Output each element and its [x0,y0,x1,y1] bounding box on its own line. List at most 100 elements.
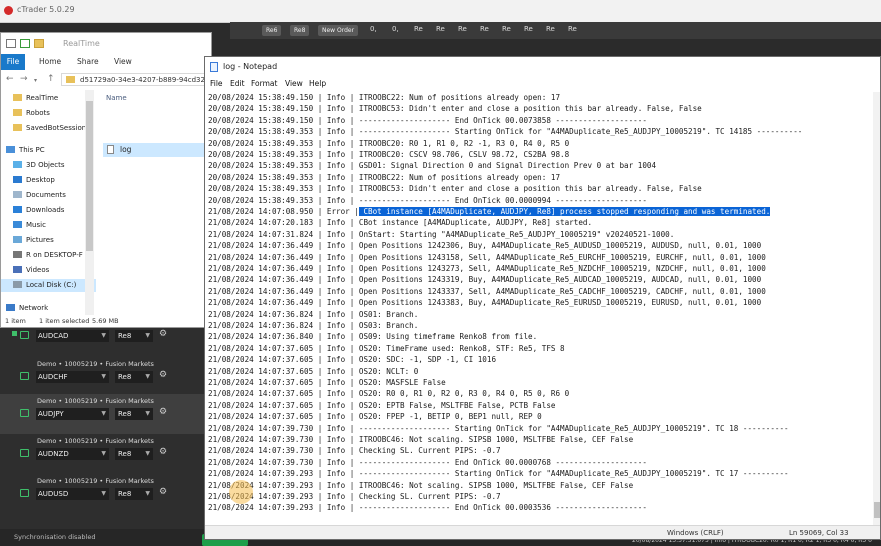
nav-item-videos[interactable]: Videos [13,264,49,277]
nav-item-desktop[interactable]: Desktop [13,174,55,187]
log-line: 21/08/2024 14:07:37.605 | Info | OS20: F… [208,411,542,422]
toolbar-symbol[interactable]: Re [502,25,511,33]
timeframe-select[interactable]: Re8 ▼ [115,488,153,500]
nav-item-local-disk[interactable]: Local Disk (C:) [1,279,96,292]
forward-arrow-icon[interactable]: → [20,74,28,84]
log-line-text: 21/08/2024 14:07:36.449 | Info | Open Po… [208,252,766,262]
nav-item-pictures[interactable]: Pictures [13,234,54,247]
menu-edit[interactable]: Edit [230,79,245,88]
timeframe-select[interactable]: Re8 ▼ [115,330,153,342]
chevron-down-icon: ▼ [101,410,106,417]
network-drive-icon [13,251,22,258]
selected-text[interactable]: CBot instance [A4MADuplicate, AUDJPY, Re… [358,207,771,216]
log-line-text: 21/08/2024 14:07:39.730 | Info | -------… [208,423,789,433]
symbol-select[interactable]: AUDJPY ▼ [36,408,109,420]
file-explorer-window: RealTime File Home Share View ← → ▾ ↑ d5… [0,32,212,328]
log-line-text: 21/08/2024 14:07:36.824 | Info | OS01: B… [208,309,419,319]
gear-icon[interactable]: ⚙ [159,370,167,380]
nav-item-realtime[interactable]: RealTime [13,92,58,105]
toolbar-symbol[interactable]: Re [436,25,445,33]
timeframe-select[interactable]: Re8 ▼ [115,371,153,383]
nav-item-music[interactable]: Music [13,219,46,232]
monitor-icon [20,449,29,457]
toolbar-symbol[interactable]: 0, [392,25,399,33]
ribbon-tab-share[interactable]: Share [77,57,99,66]
folder-icon[interactable] [34,39,44,48]
log-line-text: 20/08/2024 15:38:49.353 | Info | GSD01: … [208,161,657,171]
cbot-instance-row-selected[interactable]: Demo • 10005219 • Fusion Markets AUDJPY ▼… [0,394,206,434]
menu-format[interactable]: Format [251,79,277,88]
timeframe-select[interactable]: Re8 ▼ [115,408,153,420]
nav-item-downloads[interactable]: Downloads [13,204,64,217]
toolbar-symbol[interactable]: Re [480,25,489,33]
toolbar-symbol[interactable]: Re [524,25,533,33]
log-line: 21/08/2024 14:07:36.824 | Info | OS01: B… [208,309,418,320]
cbot-instance-row[interactable]: Demo • 10005219 • Fusion Markets AUDCHF ▼… [0,357,206,397]
log-line-text: 20/08/2024 15:38:49.150 | Info | ITROOBC… [208,104,702,114]
ribbon-file-tab[interactable]: File [1,54,25,70]
account-label: Demo • 10005219 • Fusion Markets [37,477,154,485]
stop-icon[interactable] [12,331,17,336]
cbot-instance-row[interactable]: Demo • 10005219 • Fusion Markets AUDUSD ▼… [0,474,206,514]
gear-icon[interactable]: ⚙ [159,447,167,457]
nav-scrollbar-thumb[interactable] [86,101,93,251]
text-editor-area[interactable]: 20/08/2024 15:38:49.150 | Info | ITROOBC… [205,92,873,525]
menu-file[interactable]: File [210,79,223,88]
vertical-scrollbar-thumb[interactable] [874,502,880,518]
mouse-cursor-highlight [229,480,253,504]
explorer-title: RealTime [63,39,100,48]
nav-item-savedbotsession[interactable]: SavedBotSession [13,122,86,135]
ribbon-tab-home[interactable]: Home [39,57,61,66]
symbol-select[interactable]: AUDCAD ▼ [36,330,109,342]
toolbar-chip-re6[interactable]: Re6 [262,25,282,36]
log-line-text: 21/08/2024 14:07:39.293 | Info | -------… [208,503,647,513]
toolbar-symbol[interactable]: 0, [370,25,377,33]
log-line: 21/08/2024 14:07:36.449 | Info | Open Po… [208,274,761,285]
new-order-button[interactable]: New Order [318,25,359,36]
log-line: 20/08/2024 15:38:49.353 | Info | -------… [208,195,647,206]
column-header-name[interactable]: Name [106,94,127,102]
address-input[interactable]: d51729a0-34e3-4207-b889-94cd32e [61,73,211,86]
gear-icon[interactable]: ⚙ [159,487,167,497]
checkbox-icon[interactable] [20,39,30,48]
timeframe-select[interactable]: Re8 ▼ [115,448,153,460]
toolbar-chip-re8[interactable]: Re8 [290,25,310,36]
nav-item-3d-objects[interactable]: 3D Objects [13,159,65,172]
chevron-down-icon: ▼ [145,490,150,497]
ctrader-titlebar: cTrader 5.0.29 [0,0,881,23]
nav-item-this-pc[interactable]: This PC [6,144,45,157]
symbol-select[interactable]: AUDCHF ▼ [36,371,109,383]
chevron-down-icon: ▼ [101,332,106,339]
toolbar-symbol[interactable]: Re [458,25,467,33]
symbol-select[interactable]: AUDUSD ▼ [36,488,109,500]
log-line-text: 21/08/2024 14:07:37.605 | Info | OS20: N… [208,366,419,376]
log-line-text: 20/08/2024 15:38:49.353 | Info | -------… [208,195,647,205]
symbol-select[interactable]: AUDNZD ▼ [36,448,109,460]
nav-item-network[interactable]: Network [6,302,48,315]
toolbar-symbol[interactable]: Re [546,25,555,33]
ribbon-tab-view[interactable]: View [114,57,132,66]
menu-view[interactable]: View [285,79,303,88]
properties-icon[interactable] [6,39,16,48]
toolbar-symbol[interactable]: Re [414,25,423,33]
videos-icon [13,266,22,273]
menu-help[interactable]: Help [309,79,326,88]
nav-item-documents[interactable]: Documents [13,189,66,202]
nav-item-robots[interactable]: Robots [13,107,50,120]
back-arrow-icon[interactable]: ← [6,74,14,84]
log-line-text: 21/08/2024 14:07:31.824 | Info | OnStart… [208,229,675,239]
up-arrow-icon[interactable]: ↑ [47,74,55,84]
vertical-scrollbar[interactable] [873,92,880,525]
chevron-down-icon[interactable]: ▾ [34,77,37,84]
file-row-log[interactable]: log [103,143,208,157]
gear-icon[interactable]: ⚙ [159,407,167,417]
nav-item-network-drive[interactable]: R on DESKTOP-F [13,249,83,262]
log-line-text: 21/08/2024 14:07:39.730 | Info | ITROOBC… [208,435,634,444]
chevron-down-icon: ▼ [145,450,150,457]
log-line: 21/08/2024 14:07:20.183 | Info | CBot in… [208,217,592,228]
toolbar-symbol[interactable]: Re [568,25,577,33]
explorer-titlebar: RealTime [1,33,211,54]
gear-icon[interactable]: ⚙ [159,329,167,339]
network-icon [6,304,15,311]
cbot-instance-row[interactable]: Demo • 10005219 • Fusion Markets AUDNZD ▼… [0,434,206,474]
